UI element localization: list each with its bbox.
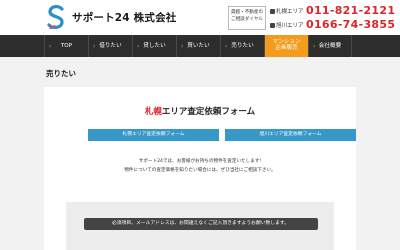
nav-item-company[interactable]: › 会社概要 [308,35,352,57]
nav-item-rent[interactable]: › 借りたい [88,35,132,57]
nav-item-buy[interactable]: › 買いたい [176,35,220,57]
intro-line-2: 物件についての査定価格を知りたい場合には、ぜひ当社にご相談下さい。 [124,168,276,173]
nav-item-label: TOP [60,43,73,49]
phone-icon [270,8,275,14]
nav-item-label-line-2: 企画販売 [275,45,298,51]
page-title: 売りたい [46,69,76,78]
contact-note: 貸越・不動産の ご相談ダイヤル [228,6,266,30]
nav-item-label: 借りたい [99,43,122,49]
phone-number[interactable]: 011-821-2121 [306,4,395,17]
nav-item-lease[interactable]: › 貸したい [132,35,176,57]
nav-item-label: 貸したい [143,43,166,49]
form-title: 札幌エリア査定依頼フォーム [44,105,356,117]
contact-note-line-2: ご相談ダイヤル [230,16,264,22]
form-title-rest: エリア査定依頼フォーム [161,107,256,117]
phone-number[interactable]: 0166-74-3855 [306,18,395,31]
nav-item-label: マンション 企画販売 [265,39,308,51]
nav-item-sell[interactable]: › 売りたい [220,35,264,57]
nav-item-label: 会社概要 [318,43,342,49]
main-nav: › TOP › 借りたい › 貸したい › 買いたい › 売りたい マンション企… [0,35,400,57]
nav-item-top[interactable]: › TOP [44,35,88,57]
nav-item-label: 買いたい [187,43,210,49]
intro-line-1: サポート24では、お客様がお持ちの物件を査定いたします! [138,159,262,164]
phone-area-label: 旭川エリア [276,23,304,29]
asahikawa-form-tab[interactable]: 旭川エリア査定依頼フォーム [225,129,356,141]
phone-icon [270,22,275,28]
page: 24 サポート24 株式会社 貸越・不動産の ご相談ダイヤル 札幌エリア 011… [0,0,400,250]
form-title-accent: 札幌 [144,107,162,117]
page-title-strip: 売りたい [0,57,400,87]
nav-item-mansion[interactable]: マンション 企画販売 [264,35,308,57]
intro-text: サポート24では、お客様がお持ちの物件を査定いたします! 物件についての査定価格… [44,157,356,175]
required-notice: 必須項目、メールアドレスは、お間違えなくご記入頂きますようお願い致します。 [84,218,318,230]
phone-area-label: 札幌エリア [276,9,304,15]
svg-text:24: 24 [49,25,56,31]
company-name[interactable]: サポート24 株式会社 [72,10,176,25]
nav-item-label: 売りたい [231,43,254,49]
sapporo-form-tab[interactable]: 札幌エリア査定依頼フォーム [88,129,219,141]
company-logo-icon[interactable]: 24 [44,4,68,31]
main-content: 札幌エリア査定依頼フォーム 札幌エリア査定依頼フォーム 旭川エリア査定依頼フォー… [44,87,356,250]
site-header: 24 サポート24 株式会社 貸越・不動産の ご相談ダイヤル 札幌エリア 011… [0,0,400,35]
contact-note-line-1: 貸越・不動産の [230,10,264,15]
